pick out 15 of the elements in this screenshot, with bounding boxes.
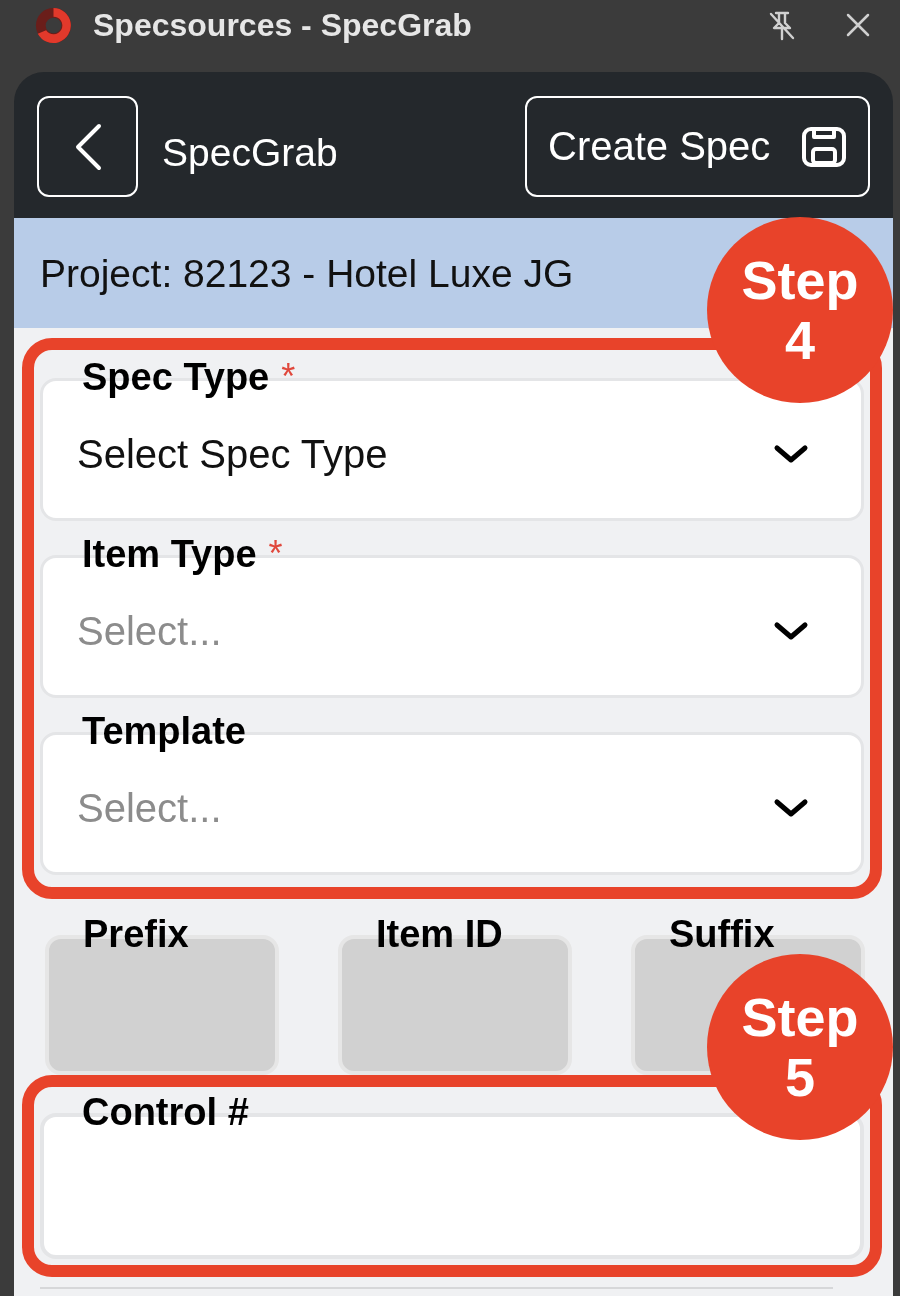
crossed-pin-icon[interactable]	[768, 10, 796, 42]
chevron-down-icon	[773, 620, 809, 641]
field-label: Control #	[82, 1093, 249, 1131]
back-button[interactable]	[37, 96, 138, 197]
field-label: Suffix	[669, 915, 775, 953]
chevron-down-icon	[773, 443, 809, 464]
field-label: Item ID	[376, 915, 503, 953]
create-spec-button[interactable]: Create Spec	[525, 96, 870, 197]
close-icon[interactable]	[846, 13, 870, 37]
chevron-down-icon	[773, 797, 809, 818]
swirl-logo-icon	[35, 7, 72, 44]
field-label: Prefix	[83, 915, 189, 953]
app-title: SpecGrab	[162, 133, 338, 172]
project-title: Project: 82123 - Hotel Luxe JG	[40, 253, 574, 293]
window-title: Specsources - SpecGrab	[93, 7, 472, 44]
